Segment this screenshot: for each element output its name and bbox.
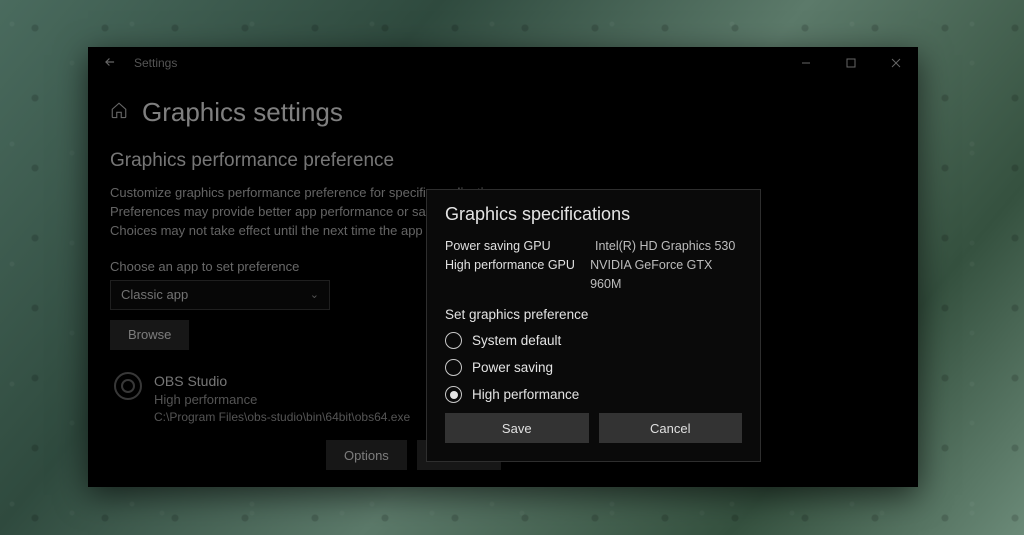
app-entry[interactable]: OBS Studio High performance C:\Program F…: [110, 366, 480, 427]
power-gpu-label: Power saving GPU: [445, 237, 595, 256]
back-button[interactable]: [100, 55, 120, 72]
dialog-title: Graphics specifications: [445, 204, 742, 225]
radio-power-saving[interactable]: Power saving: [445, 359, 742, 376]
app-name: OBS Studio: [154, 372, 410, 392]
app-path: C:\Program Files\obs-studio\bin\64bit\ob…: [154, 409, 410, 426]
app-kind-select[interactable]: Classic app ⌄: [110, 280, 330, 310]
power-gpu-value: Intel(R) HD Graphics 530: [595, 237, 735, 256]
window-title: Settings: [134, 56, 177, 70]
perf-gpu-label: High performance GPU: [445, 256, 590, 294]
radio-label: Power saving: [472, 360, 553, 375]
minimize-button[interactable]: [783, 47, 828, 79]
app-pref: High performance: [154, 391, 410, 409]
radio-high-performance[interactable]: High performance: [445, 386, 742, 403]
app-icon: [114, 372, 142, 400]
radio-icon-selected: [445, 386, 462, 403]
chevron-down-icon: ⌄: [310, 288, 319, 301]
options-button[interactable]: Options: [326, 440, 407, 470]
browse-button[interactable]: Browse: [110, 320, 189, 350]
save-button[interactable]: Save: [445, 413, 589, 443]
close-button[interactable]: [873, 47, 918, 79]
radio-icon: [445, 332, 462, 349]
titlebar: Settings: [88, 47, 918, 79]
cancel-button[interactable]: Cancel: [599, 413, 743, 443]
perf-gpu-value: NVIDIA GeForce GTX 960M: [590, 256, 742, 294]
graphics-spec-dialog: Graphics specifications Power saving GPU…: [426, 189, 761, 462]
app-kind-value: Classic app: [121, 287, 188, 302]
radio-system-default[interactable]: System default: [445, 332, 742, 349]
home-icon[interactable]: [110, 101, 128, 124]
page-title: Graphics settings: [142, 97, 343, 128]
set-pref-label: Set graphics preference: [445, 307, 742, 322]
section-heading: Graphics performance preference: [110, 150, 918, 172]
radio-label: High performance: [472, 387, 579, 402]
radio-label: System default: [472, 333, 561, 348]
maximize-button[interactable]: [828, 47, 873, 79]
settings-window: Settings Graphics settings Graphics perf…: [88, 47, 918, 487]
radio-icon: [445, 359, 462, 376]
